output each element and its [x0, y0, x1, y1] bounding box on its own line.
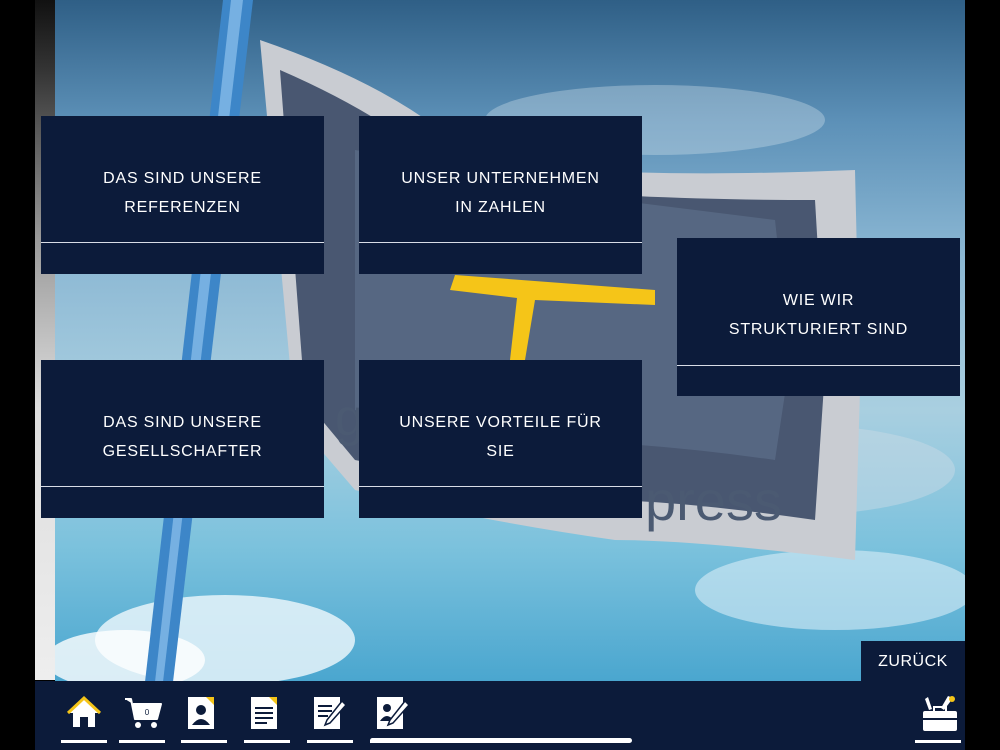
- home-icon: [66, 695, 102, 727]
- tile-vorteile-line1: UNSERE VORTEILE FÜR: [399, 414, 602, 431]
- tile-zahlen[interactable]: UNSER UNTERNEHMEN IN ZAHLEN: [359, 116, 642, 274]
- tile-gesellschafter-line1: DAS SIND UNSERE: [103, 414, 262, 431]
- contact-card-icon: [188, 697, 214, 729]
- nav-document[interactable]: [244, 695, 290, 743]
- nav-underline: [307, 740, 353, 743]
- tile-gesellschafter-label: DAS SIND UNSERE GESELLSCHAFTER: [41, 408, 324, 466]
- nav-underline: [119, 740, 165, 743]
- edit-document-icon: [314, 697, 348, 729]
- tile-divider: [677, 365, 960, 366]
- tile-struktur-line1: WIE WIR: [782, 292, 855, 309]
- tile-struktur-line2: STRUKTURIERT SIND: [728, 321, 909, 338]
- tile-divider: [359, 486, 642, 487]
- nav-contact[interactable]: [181, 695, 227, 743]
- tile-zahlen-label: UNSER UNTERNEHMEN IN ZAHLEN: [359, 164, 642, 222]
- nav-signature[interactable]: [370, 695, 416, 743]
- nav-underline: [915, 740, 961, 743]
- tile-divider: [359, 242, 642, 243]
- tile-referenzen-line1: DAS SIND UNSERE: [103, 170, 262, 187]
- tile-vorteile[interactable]: UNSERE VORTEILE FÜR SIE: [359, 360, 642, 518]
- right-edge: [965, 0, 1000, 750]
- document-icon: [251, 697, 277, 729]
- tile-referenzen[interactable]: DAS SIND UNSERE REFERENZEN: [41, 116, 324, 274]
- nav-home[interactable]: [61, 695, 107, 743]
- svg-text:press: press: [645, 469, 782, 532]
- cart-count: 0: [145, 708, 150, 717]
- nav-underline: [244, 740, 290, 743]
- tile-referenzen-line2: REFERENZEN: [124, 199, 241, 216]
- left-edge: [0, 0, 35, 750]
- nav-edit[interactable]: [307, 695, 353, 743]
- cart-icon: 0: [125, 698, 162, 728]
- nav-underline: [61, 740, 107, 743]
- tile-struktur-label: WIE WIR STRUKTURIERT SIND: [677, 286, 960, 344]
- left-edge-gradient: [35, 0, 55, 680]
- nav-toolbox[interactable]: [915, 695, 961, 743]
- tile-zahlen-line2: IN ZAHLEN: [455, 199, 546, 216]
- back-button[interactable]: ZURÜCK: [861, 641, 965, 682]
- tile-divider: [41, 486, 324, 487]
- tile-gesellschafter-line2: GESELLSCHAFTER: [102, 443, 263, 460]
- tile-vorteile-line2: SIE: [486, 443, 515, 460]
- home-indicator[interactable]: [370, 738, 632, 743]
- tile-gesellschafter[interactable]: DAS SIND UNSERE GESELLSCHAFTER: [41, 360, 324, 518]
- tile-divider: [41, 242, 324, 243]
- nav-cart[interactable]: 0: [119, 695, 165, 743]
- tile-vorteile-label: UNSERE VORTEILE FÜR SIE: [359, 408, 642, 466]
- nav-underline: [181, 740, 227, 743]
- tile-struktur[interactable]: WIE WIR STRUKTURIERT SIND: [677, 238, 960, 396]
- signature-icon: [377, 697, 411, 729]
- tile-zahlen-line1: UNSER UNTERNEHMEN: [401, 170, 600, 187]
- toolbox-icon: [923, 696, 957, 731]
- tile-referenzen-label: DAS SIND UNSERE REFERENZEN: [41, 164, 324, 222]
